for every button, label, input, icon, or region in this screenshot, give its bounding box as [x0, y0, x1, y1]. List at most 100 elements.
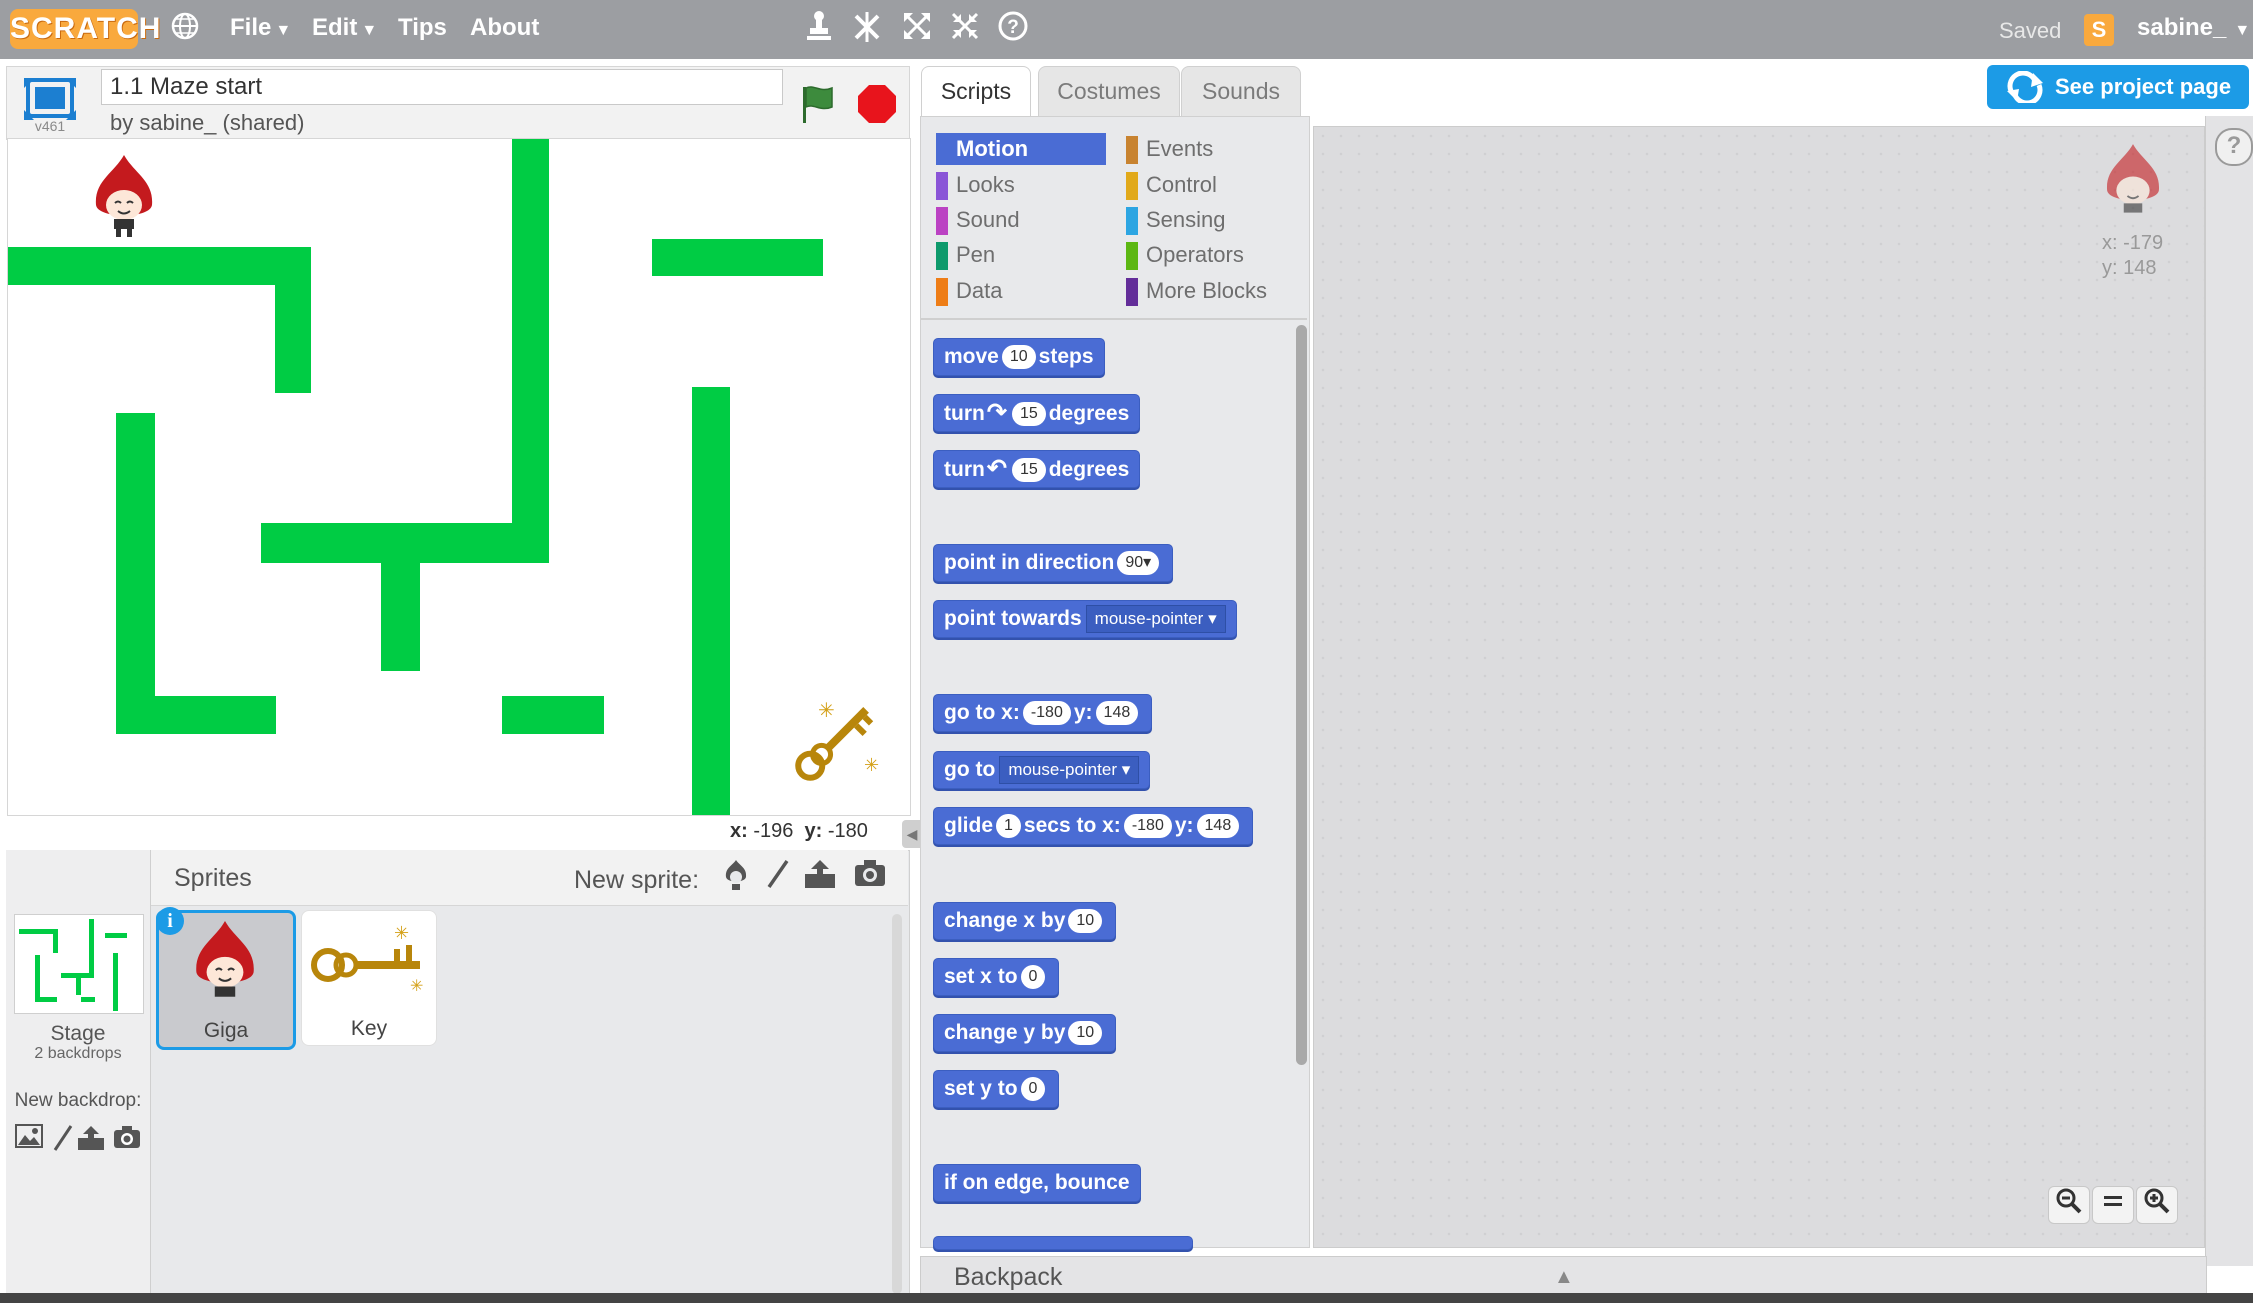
- block-number-input[interactable]: 148: [1095, 701, 1139, 726]
- green-flag-icon[interactable]: [798, 83, 838, 125]
- block-change-y[interactable]: change y by 10: [933, 1014, 1117, 1052]
- fullscreen-icon[interactable]: [22, 76, 78, 124]
- category-swatch: [936, 242, 948, 271]
- block-number-input[interactable]: 0: [1020, 1077, 1046, 1102]
- grow-icon[interactable]: [898, 10, 936, 48]
- tab-costumes[interactable]: Costumes: [1038, 66, 1180, 117]
- block-number-dropdown[interactable]: 90▾: [1117, 551, 1160, 576]
- zoom-reset-icon[interactable]: [2092, 1186, 2134, 1224]
- block-number-input[interactable]: -180: [1123, 814, 1172, 839]
- palette-scrollbar[interactable]: [1296, 325, 1307, 1065]
- tab-scripts[interactable]: Scripts: [921, 66, 1031, 117]
- block-if-on-edge-bounce[interactable]: if on edge, bounce: [933, 1164, 1141, 1202]
- upload-icon[interactable]: [76, 1124, 106, 1154]
- chevron-up-icon[interactable]: ▲: [1554, 1266, 1574, 1289]
- category-data[interactable]: Data: [936, 275, 1002, 307]
- block-number-input[interactable]: 15: [1011, 458, 1046, 483]
- y-label: y:: [804, 820, 823, 842]
- category-events[interactable]: Events: [1126, 133, 1213, 165]
- svg-text:?: ?: [1007, 17, 1019, 38]
- category-label: Data: [956, 278, 1003, 303]
- maze-wall: [381, 523, 420, 671]
- paint-brush-icon[interactable]: [48, 1124, 78, 1154]
- script-area[interactable]: [1313, 126, 2205, 1248]
- block-set-x[interactable]: set x to 0: [933, 958, 1060, 996]
- block-number-input[interactable]: 15: [1011, 402, 1046, 427]
- block-dropdown[interactable]: mouse-pointer ▾: [999, 756, 1140, 785]
- category-operators[interactable]: Operators: [1126, 239, 1244, 271]
- block-number-input[interactable]: 10: [1068, 1021, 1103, 1046]
- block-change-x[interactable]: change x by 10: [933, 902, 1117, 940]
- zoom-out-icon[interactable]: [2048, 1186, 2090, 1224]
- block-number-input[interactable]: -180: [1022, 701, 1071, 726]
- menu-about[interactable]: About: [470, 14, 539, 42]
- user-menu[interactable]: sabine_ ▼: [2137, 14, 2250, 42]
- help-icon[interactable]: ?: [2215, 128, 2253, 166]
- category-swatch: [1126, 242, 1138, 271]
- shrink-icon[interactable]: [946, 10, 984, 48]
- category-sound[interactable]: Sound: [936, 204, 1020, 236]
- sprites-title: Sprites: [174, 864, 252, 892]
- scratch-logo[interactable]: SCRATCH: [10, 9, 160, 49]
- project-title-input[interactable]: [101, 69, 783, 105]
- block-number-input[interactable]: 10: [1001, 345, 1036, 370]
- info-icon[interactable]: i: [156, 907, 184, 935]
- sprite-y-readout: y: 148: [2102, 257, 2157, 279]
- stage-canvas[interactable]: ✳ ✳: [7, 138, 911, 816]
- category-control[interactable]: Control: [1126, 169, 1217, 201]
- block-number-input[interactable]: 1: [996, 814, 1021, 839]
- see-project-page-button[interactable]: See project page: [1987, 65, 2249, 109]
- menu-file[interactable]: File ▼: [230, 14, 291, 42]
- tab-sounds[interactable]: Sounds: [1181, 66, 1301, 117]
- category-more-blocks[interactable]: More Blocks: [1126, 275, 1267, 307]
- block-set-y[interactable]: set y to 0: [933, 1070, 1060, 1108]
- block-partial[interactable]: [933, 1236, 1193, 1250]
- sprite-list-scrollbar[interactable]: [892, 914, 902, 1294]
- category-divider: [921, 318, 1307, 320]
- key-sprite[interactable]: ✳ ✳: [780, 691, 890, 791]
- block-point-towards[interactable]: point towards mouse-pointer ▾: [933, 600, 1237, 638]
- camera-icon[interactable]: [852, 858, 888, 894]
- category-swatch: [1126, 172, 1138, 201]
- category-label: Sensing: [1146, 207, 1226, 232]
- block-go-to[interactable]: go to mouse-pointer ▾: [933, 751, 1151, 789]
- stage-thumbnail[interactable]: [14, 914, 144, 1014]
- menu-tips[interactable]: Tips: [398, 14, 447, 42]
- backdrop-library-icon[interactable]: [14, 1124, 44, 1154]
- upload-icon[interactable]: [802, 858, 838, 894]
- giga-sprite[interactable]: [84, 153, 168, 243]
- stop-icon[interactable]: [856, 83, 898, 125]
- block-number-input[interactable]: 10: [1068, 909, 1103, 934]
- category-pen[interactable]: Pen: [936, 239, 995, 271]
- block-go-to-xy[interactable]: go to x: -180 y: 148: [933, 694, 1153, 732]
- sprite-tile-key[interactable]: ✳ ✳ Key: [301, 910, 437, 1046]
- svg-text:✳: ✳: [410, 978, 423, 995]
- block-dropdown[interactable]: mouse-pointer ▾: [1085, 605, 1226, 634]
- block-glide[interactable]: glide 1 secs to x: -180 y: 148: [933, 807, 1254, 845]
- svg-text:✳: ✳: [394, 923, 409, 943]
- globe-icon[interactable]: [166, 10, 204, 48]
- menu-edit[interactable]: Edit ▼: [312, 14, 377, 42]
- category-looks[interactable]: Looks: [936, 169, 1015, 201]
- category-sensing[interactable]: Sensing: [1126, 204, 1226, 236]
- paint-brush-icon[interactable]: [760, 858, 796, 894]
- zoom-in-icon[interactable]: [2136, 1186, 2178, 1224]
- help-icon[interactable]: ?: [994, 10, 1032, 48]
- block-number-input[interactable]: 0: [1020, 965, 1046, 990]
- delete-icon[interactable]: [848, 10, 886, 48]
- duplicate-icon[interactable]: [800, 10, 838, 48]
- x-value: -196: [753, 820, 794, 842]
- block-turn-left[interactable]: turn↶ 15 degrees: [933, 450, 1141, 488]
- category-label: Operators: [1146, 242, 1244, 267]
- block-point-in-direction[interactable]: point in direction 90▾: [933, 544, 1174, 582]
- block-number-input[interactable]: 148: [1196, 814, 1240, 839]
- sprite-library-icon[interactable]: [718, 858, 754, 894]
- user-avatar-icon: S: [2084, 14, 2114, 46]
- stage-size-toggle[interactable]: ◀: [902, 820, 922, 848]
- stage-label: Stage: [50, 1022, 106, 1045]
- block-move-steps[interactable]: move 10 steps: [933, 338, 1105, 376]
- block-turn-right[interactable]: turn↷ 15 degrees: [933, 394, 1141, 432]
- category-motion[interactable]: Motion: [936, 133, 1028, 165]
- y-value: -180: [827, 820, 868, 842]
- camera-icon[interactable]: [112, 1124, 142, 1154]
